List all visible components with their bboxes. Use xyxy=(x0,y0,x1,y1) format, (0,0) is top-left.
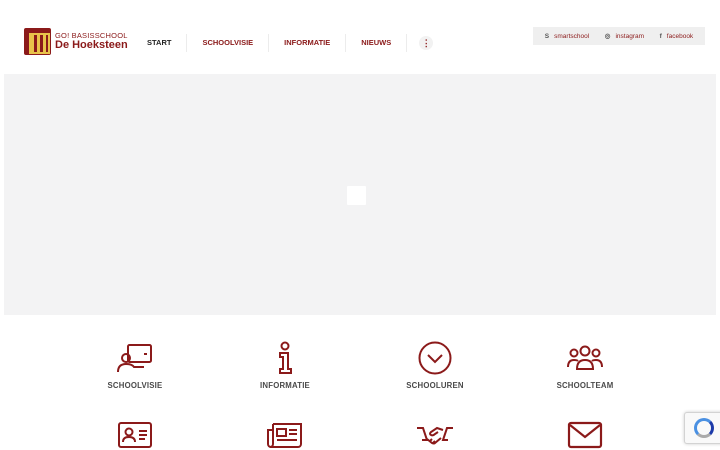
facebook-label: facebook xyxy=(666,32,694,40)
info-icon xyxy=(279,341,292,374)
more-menu-icon[interactable]: ⋮ xyxy=(419,36,434,50)
nav-item-nieuws[interactable]: NIEUWS xyxy=(346,34,408,52)
tile-label: SCHOOLUREN xyxy=(406,381,464,390)
tile-label: INFORMATIE xyxy=(260,381,310,390)
chevron-circle-icon xyxy=(418,341,452,375)
tile-label: SCHOOLVISIE xyxy=(107,381,163,390)
logo-subtitle: GO! BASISSCHOOL xyxy=(55,30,128,40)
nav-item-schoolvisie[interactable]: SCHOOLVISIE xyxy=(187,34,270,52)
instagram-label: instagram xyxy=(615,32,645,40)
loading-spinner xyxy=(347,186,366,205)
facebook-icon: f xyxy=(659,32,662,40)
tile-newspaper[interactable] xyxy=(210,420,360,450)
hero-slider xyxy=(4,74,716,315)
nav-item-start[interactable]: START xyxy=(133,34,188,52)
handshake-icon xyxy=(417,426,453,445)
site-header: GO! BASISSCHOOL De Hoeksteen START SCHOO… xyxy=(0,0,720,74)
smartschool-label: smartschool xyxy=(554,32,590,40)
logo-text: GO! BASISSCHOOL De Hoeksteen xyxy=(55,32,128,52)
presentation-icon xyxy=(117,344,152,373)
newspaper-icon xyxy=(267,423,302,448)
tile-handshake[interactable] xyxy=(360,420,510,450)
tile-schoolvisie[interactable]: SCHOOLVISIE xyxy=(60,341,210,390)
smartschool-link[interactable]: S smartschool xyxy=(545,33,589,40)
id-card-icon xyxy=(118,422,152,448)
smartschool-icon: S xyxy=(544,32,550,40)
tile-id-card[interactable] xyxy=(60,420,210,450)
nav-item-informatie[interactable]: INFORMATIE xyxy=(269,34,347,52)
logo-mark-icon xyxy=(24,28,51,55)
tile-label: SCHOOLTEAM xyxy=(556,381,614,390)
site-logo[interactable]: GO! BASISSCHOOL De Hoeksteen xyxy=(24,28,128,55)
instagram-icon: ◎ xyxy=(604,33,611,40)
envelope-icon xyxy=(567,421,603,449)
logo-title: De Hoeksteen xyxy=(55,39,128,52)
recaptcha-badge[interactable] xyxy=(684,412,720,444)
tile-schoolteam[interactable]: SCHOOLTEAM xyxy=(510,341,660,390)
recaptcha-icon xyxy=(694,418,714,438)
tile-informatie[interactable]: INFORMATIE xyxy=(210,341,360,390)
tile-schooluren[interactable]: SCHOOLUREN xyxy=(360,341,510,390)
tile-envelope[interactable] xyxy=(510,420,660,450)
social-links: S smartschool ◎ instagram f facebook xyxy=(533,27,705,45)
facebook-link[interactable]: f facebook xyxy=(660,33,694,40)
instagram-link[interactable]: ◎ instagram xyxy=(604,32,645,41)
main-nav: START SCHOOLVISIE INFORMATIE NIEUWS ⋮ xyxy=(133,34,434,52)
team-icon xyxy=(567,345,603,370)
